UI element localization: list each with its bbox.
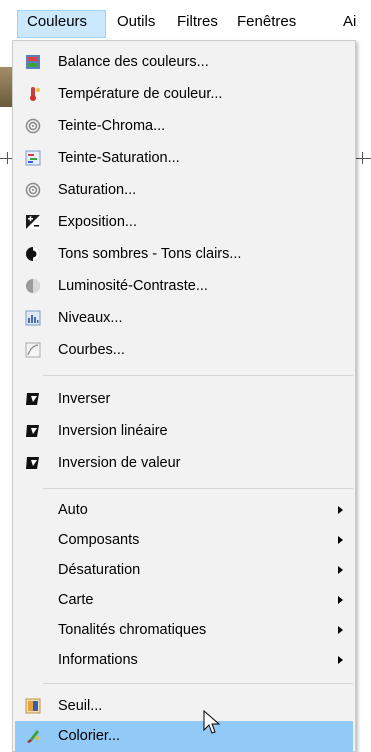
menu-item-label: Auto bbox=[58, 502, 88, 518]
menu-item-label: Teinte-Chroma... bbox=[58, 118, 166, 134]
menubar: Couleurs Outils Filtres Fenêtres Ai bbox=[0, 0, 371, 40]
menu-item-label: Tons sombres - Tons clairs... bbox=[58, 246, 242, 262]
menu-item-label: Composants bbox=[58, 532, 140, 548]
menu-item-inversion-valeur[interactable]: Inversion de valeur bbox=[15, 448, 353, 479]
spiral-icon bbox=[25, 118, 41, 134]
menu-item-label: Exposition... bbox=[58, 214, 137, 230]
curves-icon bbox=[25, 342, 41, 358]
menu-item-label: Teinte-Saturation... bbox=[58, 150, 180, 166]
mouse-pointer-icon bbox=[203, 709, 221, 740]
menu-item-temperature-couleur[interactable]: Température de couleur... bbox=[15, 79, 353, 110]
menu-item-label: Température de couleur... bbox=[58, 86, 223, 102]
menu-item-label: Inverser bbox=[58, 391, 111, 407]
canvas-guide-line bbox=[0, 158, 12, 159]
menu-item-inverser[interactable]: Inverser bbox=[15, 384, 353, 415]
menu-item-informations[interactable]: Informations bbox=[15, 645, 353, 676]
menu-separator bbox=[43, 683, 353, 684]
menu-item-courbes[interactable]: Courbes... bbox=[15, 335, 353, 366]
canvas-guide-line bbox=[355, 158, 371, 159]
menu-item-label: Inversion de valeur bbox=[58, 455, 181, 471]
exposure-icon bbox=[25, 214, 41, 230]
menu-item-label: Luminosité-Contraste... bbox=[58, 278, 208, 294]
menu-separator bbox=[43, 375, 353, 376]
menu-item-label: Saturation... bbox=[58, 182, 137, 198]
menu-item-teinte-saturation[interactable]: Teinte-Saturation... bbox=[15, 143, 353, 174]
menu-item-carte[interactable]: Carte bbox=[15, 585, 353, 616]
menu-item-inversion-lineaire[interactable]: Inversion linéaire bbox=[15, 416, 353, 447]
submenu-arrow-icon bbox=[338, 566, 343, 574]
thermometer-icon bbox=[25, 86, 41, 102]
menu-fenetres[interactable]: Fenêtres bbox=[237, 10, 296, 34]
menu-item-label: Balance des couleurs... bbox=[58, 54, 209, 70]
menu-item-seuil[interactable]: Seuil... bbox=[15, 691, 353, 722]
menu-item-label: Niveaux... bbox=[58, 310, 123, 326]
colorize-icon bbox=[25, 728, 41, 744]
menu-item-label: Inversion linéaire bbox=[58, 423, 168, 439]
menu-item-composants[interactable]: Composants bbox=[15, 525, 353, 556]
hue-saturation-icon bbox=[25, 150, 41, 166]
menu-item-desaturation[interactable]: Désaturation bbox=[15, 555, 353, 586]
menu-item-label: Seuil... bbox=[58, 698, 103, 714]
menu-filtres[interactable]: Filtres bbox=[177, 10, 218, 34]
menu-item-label: Informations bbox=[58, 652, 138, 668]
menu-item-tonalites-chromatiques[interactable]: Tonalités chromatiques bbox=[15, 615, 353, 646]
menu-aide[interactable]: Ai bbox=[343, 10, 356, 34]
color-balance-icon bbox=[25, 54, 41, 70]
menu-separator bbox=[43, 488, 353, 489]
menu-item-label: Tonalités chromatiques bbox=[58, 622, 207, 638]
menu-item-label: Colorier... bbox=[58, 728, 121, 744]
menu-item-saturation[interactable]: Saturation... bbox=[15, 175, 353, 206]
menu-item-luminosite-contraste[interactable]: Luminosité-Contraste... bbox=[15, 271, 353, 302]
menu-item-balance-couleurs[interactable]: Balance des couleurs... bbox=[15, 47, 353, 78]
levels-icon bbox=[25, 310, 41, 326]
menu-item-tons-sombres-clairs[interactable]: Tons sombres - Tons clairs... bbox=[15, 239, 353, 270]
brightness-contrast-icon bbox=[25, 278, 41, 294]
menu-item-auto[interactable]: Auto bbox=[15, 495, 353, 526]
shadows-highlights-icon bbox=[25, 246, 41, 262]
canvas-background bbox=[0, 40, 12, 752]
submenu-arrow-icon bbox=[338, 626, 343, 634]
threshold-icon bbox=[25, 698, 41, 714]
canvas-guide-tick bbox=[7, 152, 8, 164]
invert-icon bbox=[25, 455, 41, 471]
couleurs-dropdown-menu: Balance des couleurs... Température de c… bbox=[12, 40, 356, 752]
invert-icon bbox=[25, 391, 41, 407]
spiral-icon bbox=[25, 182, 41, 198]
invert-icon bbox=[25, 423, 41, 439]
menu-item-label: Désaturation bbox=[58, 562, 141, 578]
menu-item-teinte-chroma[interactable]: Teinte-Chroma... bbox=[15, 111, 353, 142]
menu-item-label: Carte bbox=[58, 592, 94, 608]
canvas-image-thumbnail bbox=[0, 67, 12, 107]
menu-couleurs[interactable]: Couleurs bbox=[27, 10, 87, 34]
canvas-guide-tick bbox=[362, 152, 363, 164]
submenu-arrow-icon bbox=[338, 536, 343, 544]
menu-outils[interactable]: Outils bbox=[117, 10, 155, 34]
submenu-arrow-icon bbox=[338, 596, 343, 604]
menu-item-colorier[interactable]: Colorier... bbox=[15, 721, 353, 752]
menu-item-exposition[interactable]: Exposition... bbox=[15, 207, 353, 238]
submenu-arrow-icon bbox=[338, 656, 343, 664]
menu-item-niveaux[interactable]: Niveaux... bbox=[15, 303, 353, 334]
submenu-arrow-icon bbox=[338, 506, 343, 514]
menu-item-label: Courbes... bbox=[58, 342, 125, 358]
